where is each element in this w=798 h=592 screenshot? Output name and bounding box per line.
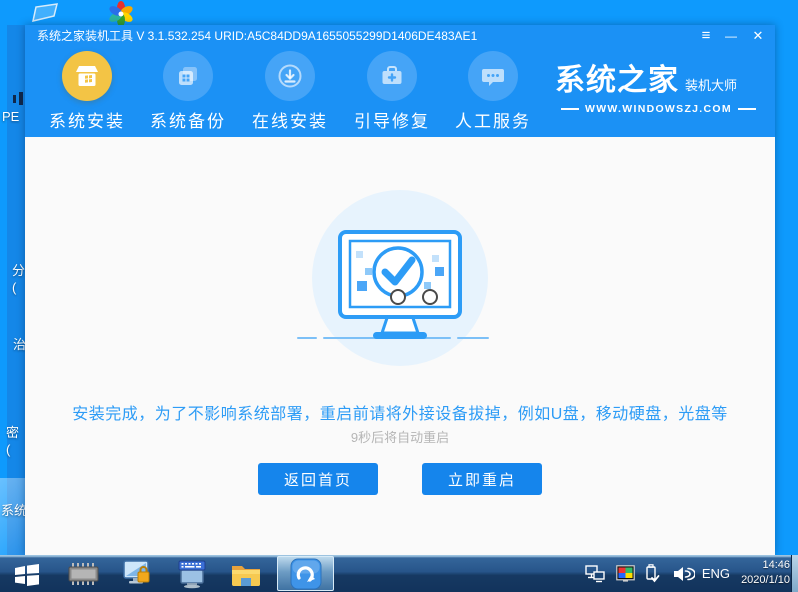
display-color-icon[interactable] xyxy=(616,555,635,592)
nav-label: 系统备份 xyxy=(150,112,226,131)
app-logo-icon xyxy=(290,558,321,589)
nav-item-system-backup[interactable]: 系统备份 xyxy=(142,51,234,132)
install-complete-illustration xyxy=(297,190,489,366)
language-indicator[interactable]: ENG xyxy=(702,555,730,592)
tray-date: 2020/1/10 xyxy=(741,574,790,586)
start-button[interactable] xyxy=(6,556,50,591)
background-label-fragment: PE xyxy=(2,109,20,124)
boot-repair-toolbox-icon xyxy=(367,51,417,101)
tray-time: 14:46 xyxy=(762,559,790,571)
background-icon-fragment xyxy=(13,95,16,103)
app-window: 系统之家装机工具 V 3.1.532.254 URID:A5C84DD9A165… xyxy=(25,25,775,555)
taskbar-item-memory-tool[interactable] xyxy=(62,556,106,591)
nav-label: 系统安装 xyxy=(49,112,125,131)
close-button[interactable]: ✕ xyxy=(747,25,769,47)
taskbar-item-file-explorer[interactable] xyxy=(224,556,268,591)
window-title: 系统之家装机工具 V 3.1.532.254 URID:A5C84DD9A165… xyxy=(37,29,478,43)
clock[interactable]: 14:46 2020/1/10 xyxy=(741,558,790,588)
nav-label: 引导修复 xyxy=(354,112,430,131)
content-area: 安装完成，为了不影响系统部署，重启前请将外接设备拔掉，例如U盘，移动硬盘，光盘等… xyxy=(25,137,775,555)
keyboard-monitor-icon xyxy=(178,560,206,588)
back-home-button[interactable]: 返回首页 xyxy=(258,463,378,495)
background-icon-fragment xyxy=(19,92,23,105)
background-label-fragment: 分 ( xyxy=(12,263,26,295)
nav-label: 人工服务 xyxy=(455,112,531,131)
nav-item-human-service[interactable]: 人工服务 xyxy=(447,51,539,132)
chip-icon xyxy=(68,562,99,585)
online-download-icon xyxy=(265,51,315,101)
windows-logo-icon xyxy=(15,563,39,586)
completion-message: 安装完成，为了不影响系统部署，重启前请将外接设备拔掉，例如U盘，移动硬盘，光盘等 xyxy=(72,406,728,423)
network-icon[interactable] xyxy=(585,555,605,592)
computer-desktop-icon[interactable] xyxy=(30,1,60,27)
action-buttons: 返回首页 立即重启 xyxy=(25,463,775,495)
restart-now-button[interactable]: 立即重启 xyxy=(422,463,542,495)
volume-icon[interactable] xyxy=(673,555,695,592)
minimize-button[interactable]: — xyxy=(720,25,742,47)
navbar: 系统安装 系统备份 在线安装 引导修复 人工服务 系统之家 装机大师 WWW.W… xyxy=(25,47,775,137)
background-label-fragment: 密 ( xyxy=(6,425,20,457)
auto-restart-countdown: 9秒后将自动重启 xyxy=(350,430,450,445)
nav-item-online-install[interactable]: 在线安装 xyxy=(244,51,336,132)
menu-button[interactable]: ≡ xyxy=(695,25,717,47)
backup-windows-icon xyxy=(163,51,213,101)
monitor-lock-icon xyxy=(123,559,150,583)
usb-eject-icon[interactable] xyxy=(645,555,660,592)
install-box-icon xyxy=(62,51,112,101)
brand-website: WWW.WINDOWSZJ.COM xyxy=(555,103,767,115)
flower-icon xyxy=(109,1,133,27)
taskbar-item-remote-desktop[interactable] xyxy=(116,556,160,591)
show-desktop-button[interactable] xyxy=(791,555,798,592)
chat-service-icon xyxy=(468,51,518,101)
desktop: PE 分 ( 治 密 ( 系统 系统之家装机工具 V 3.1.532.254 U… xyxy=(0,0,798,592)
nav-label: 在线安装 xyxy=(252,112,328,131)
folder-icon xyxy=(232,565,260,586)
nav-item-boot-repair[interactable]: 引导修复 xyxy=(346,51,438,132)
taskbar: ENG 14:46 2020/1/10 xyxy=(0,555,798,592)
background-label-fragment: 系统 xyxy=(1,503,28,518)
brand-name: 系统之家 xyxy=(555,64,679,97)
brand-subtitle: 装机大师 xyxy=(685,78,738,93)
tilted-monitor-icon xyxy=(32,3,58,23)
titlebar: 系统之家装机工具 V 3.1.532.254 URID:A5C84DD9A165… xyxy=(25,25,775,47)
brand-logo: 系统之家 装机大师 WWW.WINDOWSZJ.COM xyxy=(555,55,767,115)
taskbar-item-zhuangji-tool[interactable] xyxy=(277,556,334,591)
taskbar-item-onscreen-keyboard[interactable] xyxy=(170,556,214,591)
flower-logo-desktop-icon[interactable] xyxy=(106,1,136,27)
nav-item-system-install[interactable]: 系统安装 xyxy=(41,51,133,132)
